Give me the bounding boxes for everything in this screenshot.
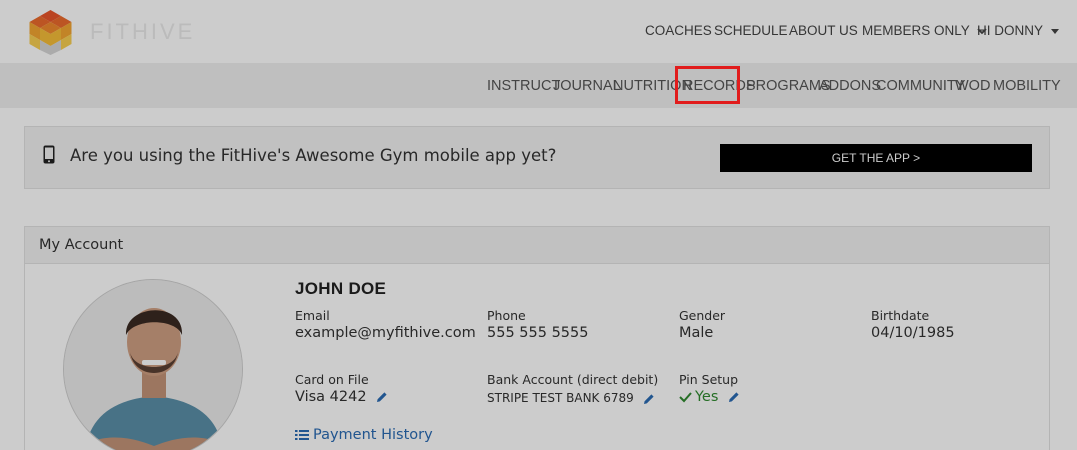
pencil-icon[interactable] [728,391,740,403]
subnav-mobility[interactable]: MOBILITY [993,78,1061,94]
top-header: FITHIVE COACHES SCHEDULE ABOUT US MEMBER… [0,0,1077,63]
get-the-app-button[interactable]: GET THE APP > [720,144,1032,172]
gender-label: Gender [679,308,726,323]
subnav-wod[interactable]: WOD [955,78,990,94]
email-label: Email [295,308,330,323]
my-account-panel: My Account JOHN DOE Email example@myfith… [24,226,1050,450]
payment-history-link[interactable]: Payment History [295,427,433,443]
gender-value: Male [679,325,714,341]
mobile-phone-icon [43,145,55,164]
bank-value: STRIPE TEST BANK 6789 [487,391,634,405]
avatar[interactable] [63,279,243,450]
panel-title: My Account [39,237,124,253]
subnav-journal[interactable]: JOURNAL [553,78,621,94]
caret-down-icon [1050,28,1059,34]
nav-members-only-label: MEMBERS ONLY [862,23,970,38]
panel-header: My Account [25,227,1049,264]
pin-label: Pin Setup [679,372,739,387]
fithive-logo-icon[interactable] [28,10,73,55]
pin-row: Yes [679,389,740,405]
check-icon [679,392,692,403]
member-name: JOHN DOE [295,279,387,298]
bank-row: STRIPE TEST BANK 6789 [487,391,655,405]
records-highlight-box [675,66,740,104]
email-value: example@myfithive.com [295,325,476,341]
nav-members-only[interactable]: MEMBERS ONLY [862,23,987,38]
birthdate-value: 04/10/1985 [871,325,955,341]
logo-text: FITHIVE [90,19,196,44]
pencil-icon[interactable] [643,393,655,405]
card-row: Visa 4242 [295,389,388,405]
phone-label: Phone [487,308,526,323]
nav-schedule[interactable]: SCHEDULE [714,23,788,38]
list-icon [295,430,309,440]
subnav-community[interactable]: COMMUNITY [876,78,965,94]
pin-value: Yes [695,389,719,405]
banner-text: Are you using the FitHive's Awesome Gym … [70,146,557,165]
bank-label: Bank Account (direct debit) [487,372,659,387]
nav-coaches[interactable]: COACHES [645,23,712,38]
nav-user-label: HI DONNY [977,23,1043,38]
subnav-instruct[interactable]: INSTRUCT [487,78,560,94]
pencil-icon[interactable] [376,391,388,403]
phone-value: 555 555 5555 [487,325,589,341]
profile-photo [64,280,242,450]
birthdate-label: Birthdate [871,308,930,323]
nav-about-us[interactable]: ABOUT US [789,23,858,38]
payment-history-label: Payment History [313,427,433,443]
app-banner: Are you using the FitHive's Awesome Gym … [24,126,1050,189]
card-value: Visa 4242 [295,389,367,405]
secondary-nav: INSTRUCT JOURNAL NUTRITION RECORDS PROGR… [0,63,1077,108]
subnav-addons[interactable]: ADDONS [819,78,881,94]
card-label: Card on File [295,372,369,387]
nav-user-menu[interactable]: HI DONNY [977,23,1059,38]
subnav-programs[interactable]: PROGRAMS [746,78,831,94]
